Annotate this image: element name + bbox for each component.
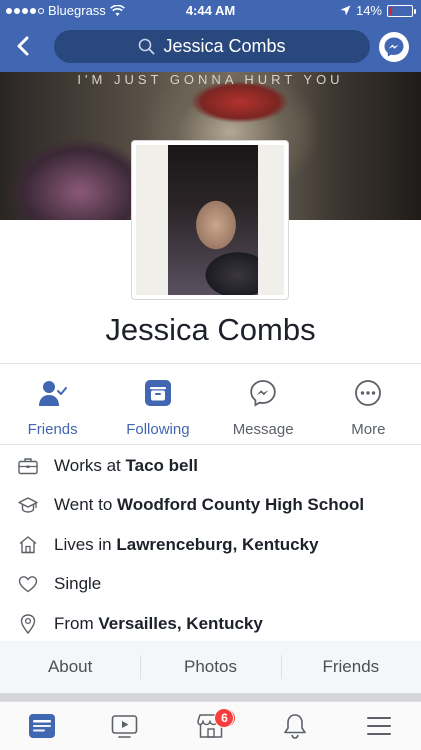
more-label: More [351,421,386,438]
profile-subtabs: About Photos Friends [0,641,421,693]
intro-work-prefix: Works at [54,455,121,475]
intro-relationship[interactable]: Single [0,565,421,605]
status-bar: Bluegrass 4:44 AM 14% [0,0,421,22]
news-feed-icon [29,714,56,738]
intro-work-value: Taco bell [125,455,198,475]
messenger-outline-icon [250,380,276,407]
video-icon [111,715,138,738]
tab-friends[interactable]: Friends [280,655,421,679]
intro-from-value: Versailles, Kentucky [98,613,263,633]
tab-video[interactable]: 1 [84,702,237,750]
profile-actions: Friends Following Message More [0,364,421,444]
tab-about[interactable]: About [0,657,140,677]
tab-photos[interactable]: Photos [140,655,280,679]
intro-lives-prefix: Lives in [54,534,112,554]
friends-check-icon [38,381,67,406]
more-dots-icon [355,380,382,406]
menu-icon [366,717,391,735]
friends-label: Friends [27,421,78,438]
tab-marketplace[interactable]: 6 [168,702,252,750]
heart-icon [18,576,38,593]
notifications-bell-icon [283,714,306,739]
tab-notifications[interactable] [253,702,337,750]
search-icon [139,38,155,55]
messenger-button[interactable] [379,32,409,62]
message-label: Message [232,421,294,438]
chevron-left-icon[interactable] [12,34,36,58]
following-icon [144,380,171,406]
bottom-tab-bar: 1 6 [0,701,421,750]
divider [0,444,421,445]
cover-overlay-text: I'M JUST GONNA HURT YOU [77,72,344,87]
intro-from[interactable]: From Versailles, Kentucky [0,604,421,644]
following-label: Following [126,421,190,438]
briefcase-icon [18,458,38,474]
following-button[interactable]: Following [105,364,210,444]
home-icon [19,536,37,554]
top-bar: Bluegrass 4:44 AM 14% Jessica Combs [0,0,421,72]
intro-relationship-value: Single [54,574,102,594]
intro-school-value: Woodford County High School [117,495,365,515]
intro-list: Works at Taco bell Went to Woodford Coun… [0,446,421,644]
messenger-icon [384,37,404,57]
status-right: 14% [340,3,416,18]
intro-school-prefix: Went to [54,495,113,515]
more-button[interactable]: More [316,364,421,444]
location-arrow-icon [340,5,351,16]
tab-news-feed[interactable] [0,702,84,750]
friends-button[interactable]: Friends [0,364,105,444]
intro-lives[interactable]: Lives in Lawrenceburg, Kentucky [0,525,421,565]
search-bar[interactable]: Jessica Combs [54,30,370,63]
location-pin-icon [20,614,36,634]
marketplace-badge: 6 [214,708,235,728]
intro-from-prefix: From [54,613,94,633]
profile-name: Jessica Combs [105,312,316,347]
battery-percent: 14% [355,3,382,18]
intro-lives-value: Lawrenceburg, Kentucky [116,534,319,554]
message-button[interactable]: Message [211,364,316,444]
profile-picture-frame [136,145,284,295]
tab-menu[interactable] [337,702,421,750]
nav-bar: Jessica Combs [0,22,421,72]
search-text: Jessica Combs [163,36,286,56]
profile-picture[interactable] [131,140,289,300]
intro-work[interactable]: Works at Taco bell [0,446,421,486]
section-divider [0,693,421,701]
intro-school[interactable]: Went to Woodford County High School [0,486,421,526]
profile-photo [168,145,258,295]
graduation-cap-icon [18,497,38,513]
battery-icon [387,4,416,17]
